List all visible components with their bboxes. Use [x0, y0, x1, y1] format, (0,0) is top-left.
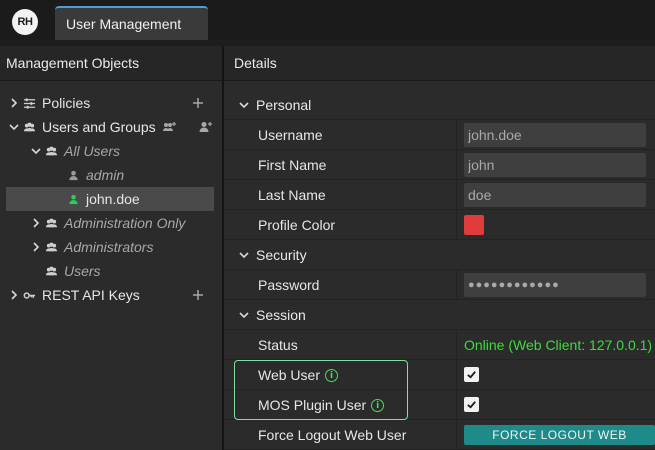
sliders-icon [20, 97, 38, 110]
user-icon [64, 169, 82, 182]
row-status: Status Online (Web Client: 127.0.0.1) [224, 330, 655, 360]
chevron-down-icon[interactable] [238, 250, 250, 260]
tree-item-all-users[interactable]: All Users [30, 139, 120, 163]
management-objects-panel: Management Objects Policies Users and Gr… [0, 46, 222, 450]
tree-item-administrators[interactable]: Administrators [30, 235, 153, 259]
tree-label-users-and-groups: Users and Groups [42, 119, 156, 135]
add-group-icon[interactable] [162, 120, 176, 134]
row-first-name: First Name [224, 150, 655, 180]
users-group-icon [42, 265, 60, 278]
tree-label-administrators: Administrators [64, 239, 154, 255]
chevron-down-icon[interactable] [30, 146, 42, 156]
section-personal[interactable]: Personal [224, 90, 655, 120]
tab-user-management[interactable]: User Management [55, 6, 208, 40]
password-input[interactable] [464, 272, 646, 297]
users-group-icon [42, 217, 60, 230]
key-icon [20, 289, 38, 302]
mos-plugin-user-checkbox[interactable] [464, 397, 479, 412]
details-panel: Details Personal Username First Name Las… [224, 46, 655, 450]
section-session[interactable]: Session [224, 300, 655, 330]
section-personal-label: Personal [256, 96, 312, 113]
last-name-input[interactable] [464, 182, 646, 207]
tree-label-all-users: All Users [64, 143, 121, 159]
add-policy-icon[interactable] [191, 96, 205, 110]
tree-item-users-and-groups[interactable]: Users and Groups [8, 115, 156, 139]
chevron-right-icon[interactable] [30, 242, 42, 252]
tree-label-john-doe: john.doe [86, 191, 140, 207]
chevron-down-icon[interactable] [238, 310, 250, 320]
chevron-right-icon[interactable] [8, 98, 20, 108]
mos-plugin-user-label-text: MOS Plugin User [258, 396, 367, 413]
tree-label-administration-only: Administration Only [64, 215, 186, 231]
section-security-label: Security [256, 246, 307, 263]
profile-color-swatch[interactable] [464, 214, 484, 235]
row-last-name: Last Name [224, 180, 655, 210]
add-api-key-icon[interactable] [191, 288, 205, 302]
row-profile-color: Profile Color [224, 210, 655, 240]
tree-item-administration-only[interactable]: Administration Only [30, 211, 185, 235]
web-user-label: Web User i [258, 367, 338, 383]
tree-label-admin: admin [86, 167, 125, 183]
tree-item-john-doe[interactable]: john.doe [6, 187, 214, 211]
app-logo: RH [12, 9, 38, 35]
password-label: Password [258, 276, 320, 293]
tree-item-policies[interactable]: Policies [8, 91, 90, 115]
web-user-checkbox[interactable] [464, 367, 479, 382]
first-name-label: First Name [258, 156, 327, 173]
force-logout-button[interactable]: FORCE LOGOUT WEB USER [464, 424, 655, 450]
row-web-user: Web User i [224, 360, 655, 390]
first-name-input[interactable] [464, 152, 646, 177]
chevron-right-icon[interactable] [30, 218, 42, 228]
tree-item-admin[interactable]: admin [64, 163, 124, 187]
users-group-icon [42, 241, 60, 254]
chevron-down-icon[interactable] [238, 100, 250, 110]
info-icon[interactable]: i [371, 399, 385, 413]
management-objects-title: Management Objects [0, 46, 222, 81]
section-session-label: Session [256, 306, 306, 323]
users-group-icon [42, 145, 60, 158]
info-icon[interactable]: i [324, 369, 338, 383]
status-label: Status [258, 336, 298, 353]
top-bar: RH User Management [0, 0, 655, 40]
tree-label-rest-api-keys: REST API Keys [42, 287, 140, 303]
username-label: Username [258, 126, 323, 143]
users-group-icon [20, 121, 38, 134]
web-user-label-text: Web User [258, 366, 320, 383]
row-password: Password [224, 270, 655, 300]
add-user-icon[interactable] [198, 120, 212, 134]
row-username: Username [224, 120, 655, 150]
tree-item-rest-api-keys[interactable]: REST API Keys [8, 283, 140, 307]
tree-label-users: Users [64, 263, 101, 279]
details-title: Details [224, 46, 655, 81]
tree-label-policies: Policies [42, 95, 91, 111]
profile-color-label: Profile Color [258, 216, 336, 233]
user-online-icon [64, 193, 82, 206]
section-security[interactable]: Security [224, 240, 655, 270]
row-mos-plugin-user: MOS Plugin User i [224, 390, 655, 420]
chevron-right-icon[interactable] [8, 290, 20, 300]
mos-plugin-user-label: MOS Plugin User i [258, 396, 385, 413]
status-value: Online (Web Client: 127.0.0.1) [464, 336, 653, 353]
chevron-down-icon[interactable] [8, 122, 20, 132]
row-force-logout: Force Logout Web User FORCE LOGOUT WEB U… [224, 420, 655, 450]
username-input[interactable] [464, 122, 646, 147]
last-name-label: Last Name [258, 186, 326, 203]
force-logout-label: Force Logout Web User [258, 426, 407, 443]
tree-item-users[interactable]: Users [42, 259, 101, 283]
